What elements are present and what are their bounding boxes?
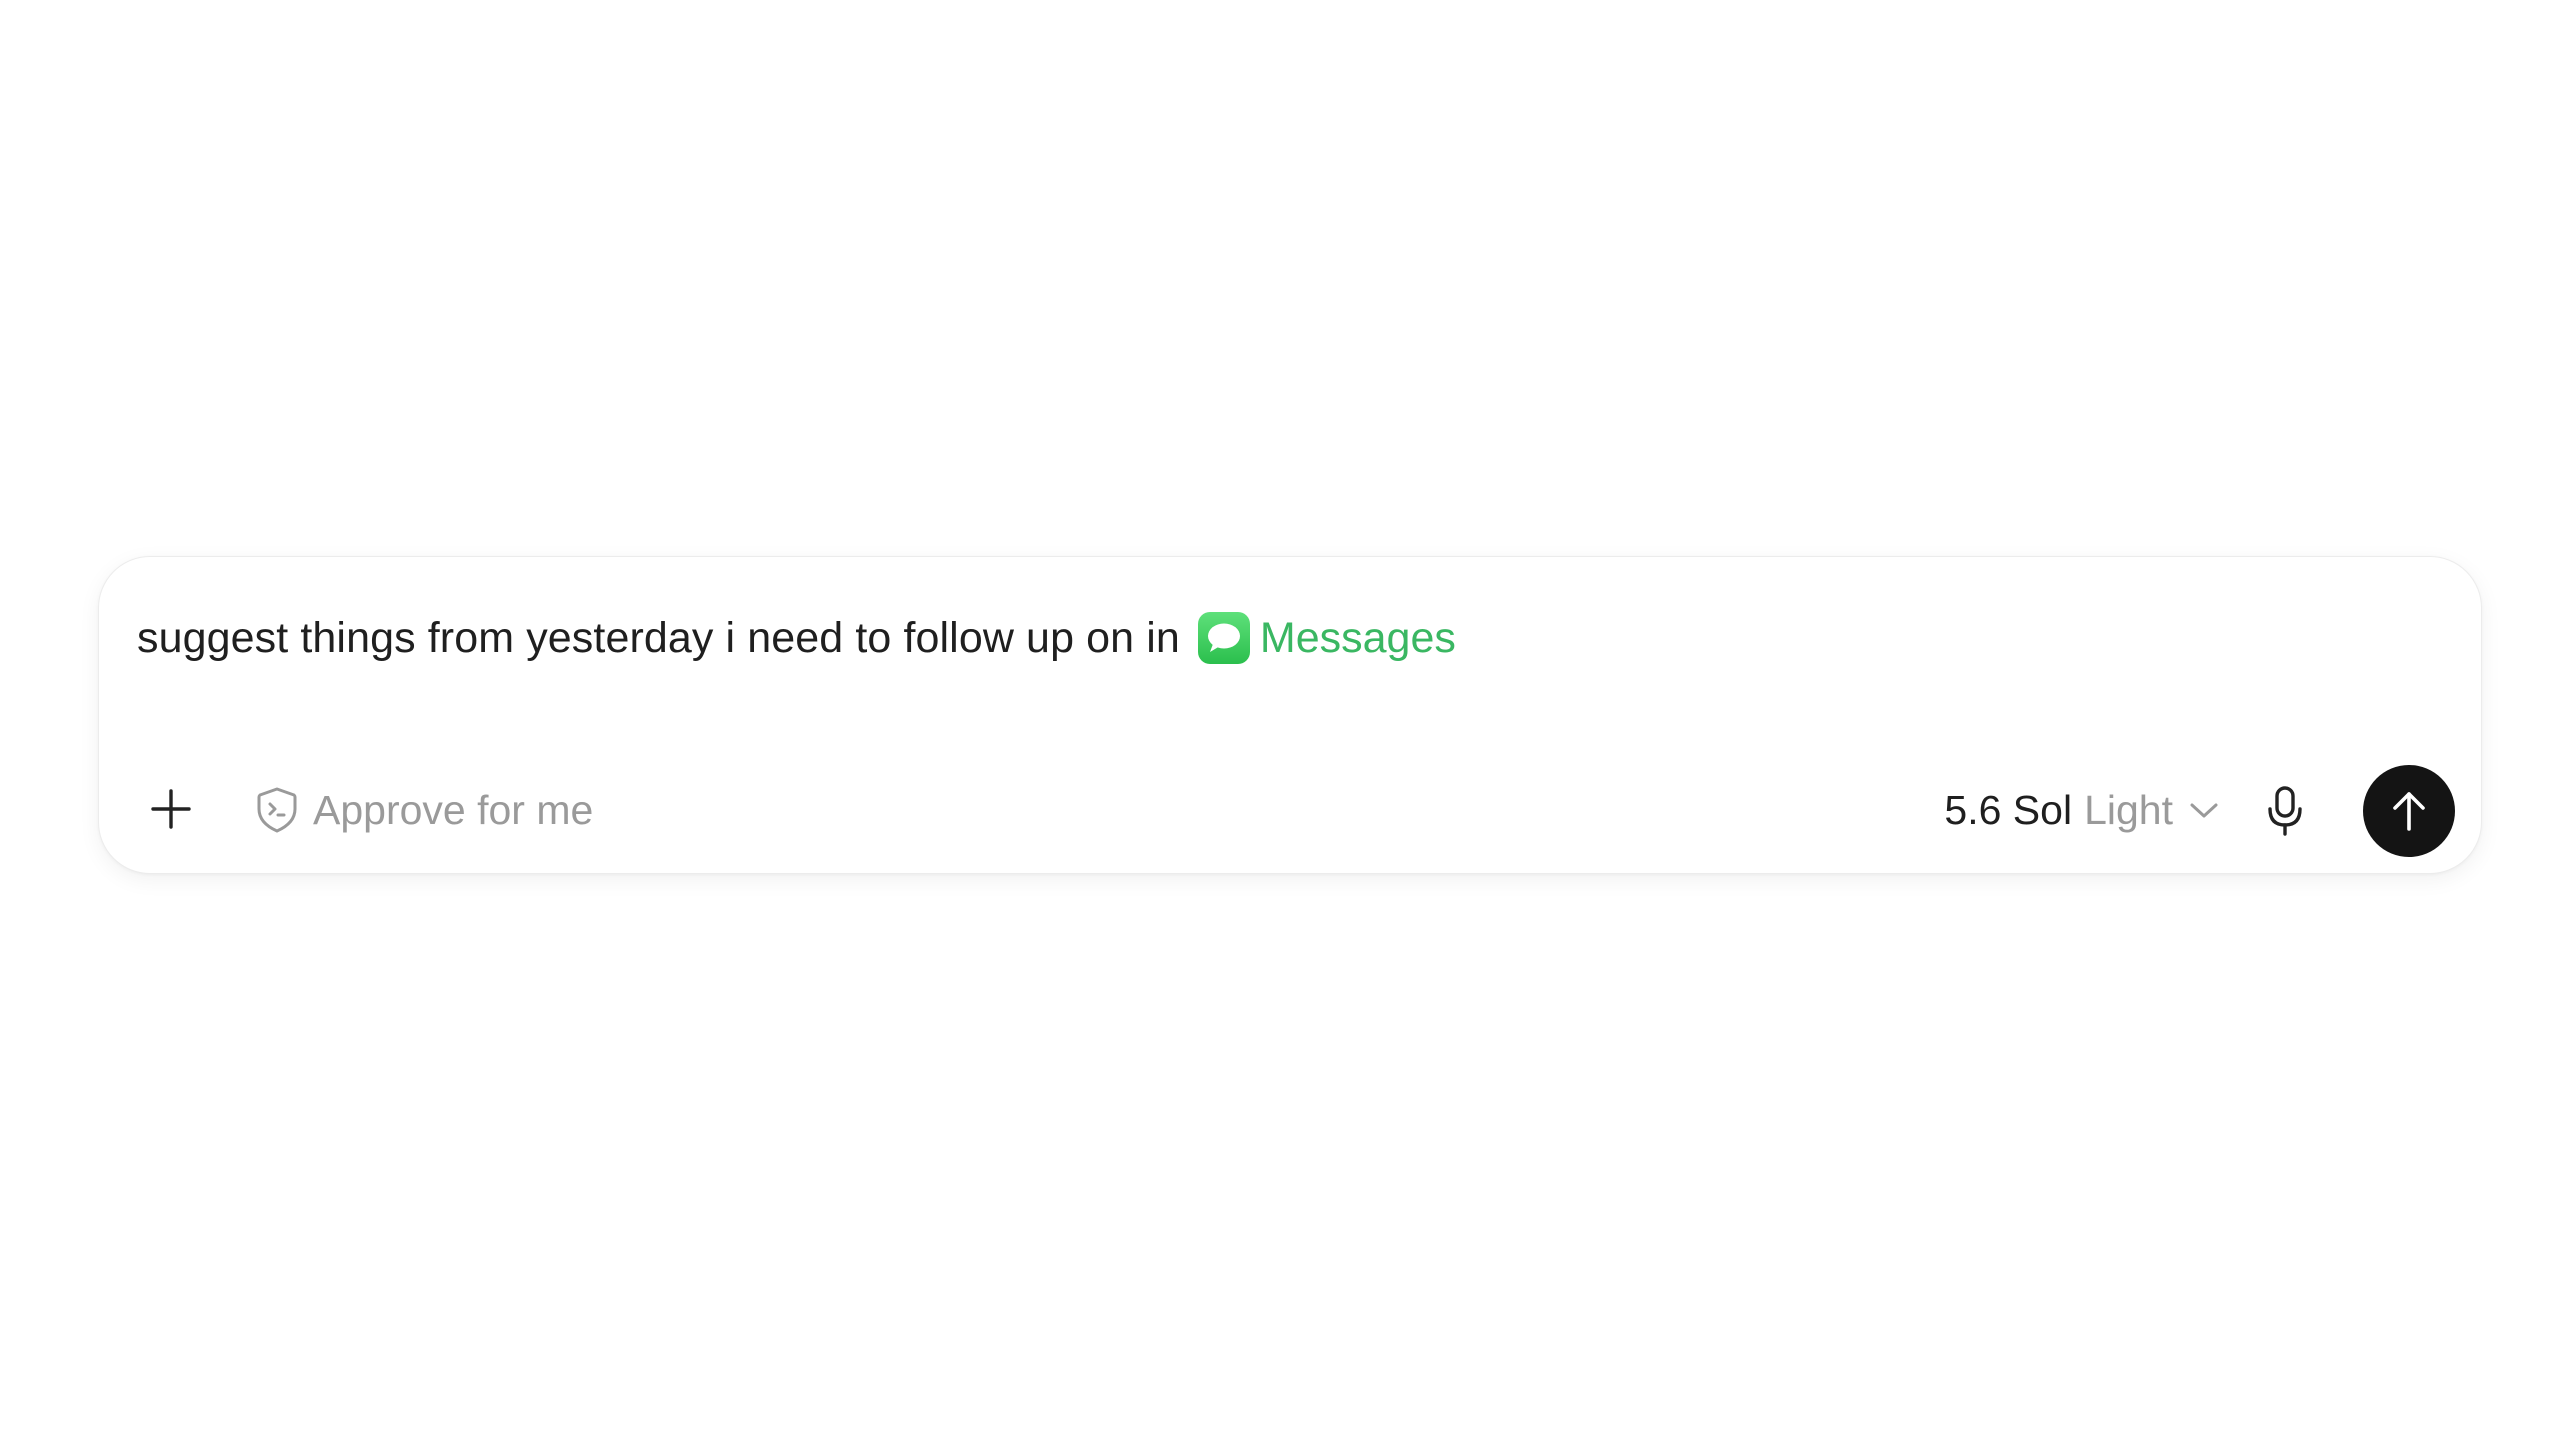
send-button[interactable] [2363, 765, 2455, 857]
chevron-down-icon [2189, 800, 2219, 820]
app-mention-messages[interactable]: Messages [1197, 612, 1456, 664]
model-selector[interactable]: 5.6 Sol Light [1944, 781, 2219, 839]
model-variant: Light [2084, 786, 2173, 833]
voice-input-button[interactable] [2255, 781, 2315, 841]
composer-toolbar: Approve for me 5.6 Sol Light [99, 757, 2481, 867]
prompt-text: suggest things from yesterday i need to … [137, 613, 1180, 662]
arrow-up-icon [2393, 792, 2425, 831]
shield-icon [257, 787, 297, 833]
microphone-icon [2268, 786, 2302, 836]
approve-for-me-toggle[interactable]: Approve for me [255, 781, 593, 839]
plus-icon [151, 789, 191, 829]
add-attachment-button[interactable] [141, 779, 201, 839]
chat-composer[interactable]: suggest things from yesterday i need to … [98, 556, 2482, 874]
prompt-input[interactable]: suggest things from yesterday i need to … [137, 606, 1456, 670]
messages-app-icon [1197, 612, 1250, 664]
model-name: 5.6 Sol [1944, 786, 2073, 833]
app-mention-label: Messages [1259, 613, 1456, 662]
approve-label: Approve for me [313, 786, 594, 833]
